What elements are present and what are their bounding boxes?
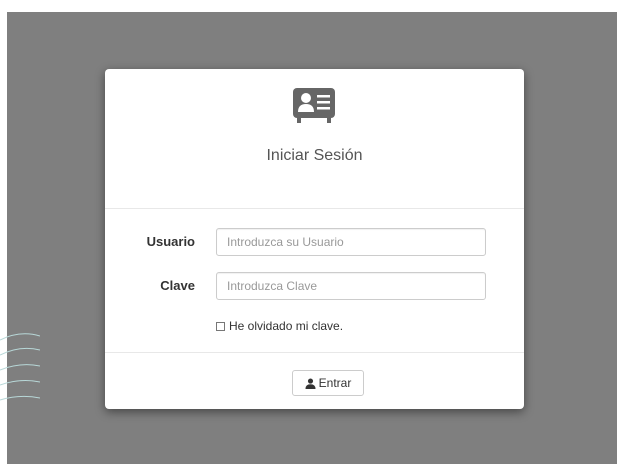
username-label: Usuario [146, 234, 195, 249]
forgot-password-checkbox[interactable] [216, 321, 225, 331]
submit-button-label: Entrar [318, 376, 352, 390]
login-dialog: Iniciar Sesión Usuario Clave He olvidado… [105, 69, 524, 409]
password-label: Clave [160, 278, 195, 293]
login-dialog-footer: Entrar [105, 352, 524, 410]
password-input[interactable] [216, 272, 486, 300]
background-wave-decoration [0, 333, 40, 401]
username-input[interactable] [216, 228, 486, 256]
login-dialog-header: Iniciar Sesión [105, 69, 524, 209]
id-card-icon [293, 88, 335, 123]
forgot-password-option[interactable]: He olvidado mi clave. [216, 318, 343, 334]
forgot-password-label[interactable]: He olvidado mi clave. [229, 319, 343, 333]
submit-button[interactable]: Entrar [292, 370, 364, 396]
login-title: Iniciar Sesión [266, 147, 363, 164]
user-icon [305, 377, 316, 389]
